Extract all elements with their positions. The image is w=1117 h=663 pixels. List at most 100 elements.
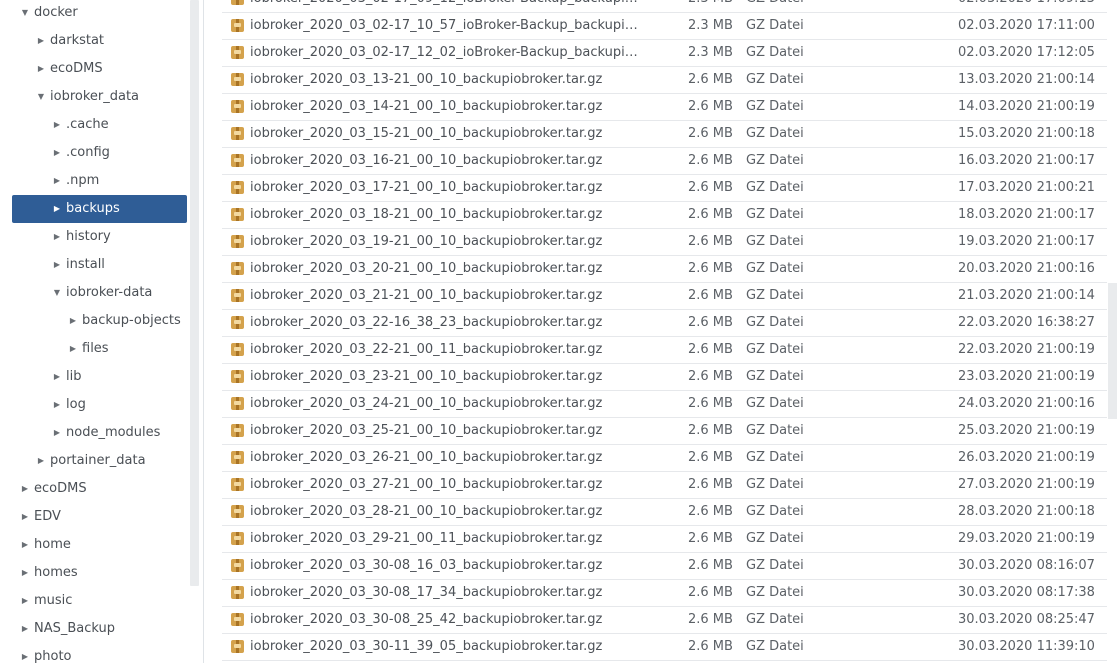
file-row[interactable]: iobroker_2020_03_23-21_00_10_backupiobro… bbox=[222, 364, 1107, 391]
file-row[interactable]: iobroker_2020_03_20-21_00_10_backupiobro… bbox=[222, 256, 1107, 283]
caret-right-icon[interactable]: ▶ bbox=[20, 503, 30, 531]
tree-node[interactable]: ▶ .npm bbox=[12, 167, 187, 195]
caret-right-icon[interactable]: ▶ bbox=[20, 587, 30, 615]
file-type: GZ Datei bbox=[746, 531, 804, 546]
tree-node[interactable]: ▶ portainer_data bbox=[12, 447, 187, 475]
caret-right-icon[interactable]: ▶ bbox=[20, 643, 30, 663]
tree-node[interactable]: ▶ log bbox=[12, 391, 187, 419]
tree-node[interactable]: ▶ install bbox=[12, 251, 187, 279]
caret-right-icon[interactable]: ▶ bbox=[52, 251, 62, 279]
folder-tree: ▼ docker ▶ darkstat ▶ ecoDMS ▼ iobroker_data ▶ .c… bbox=[0, 0, 190, 663]
file-type: GZ Datei bbox=[746, 207, 804, 222]
file-row[interactable]: iobroker_2020_03_18-21_00_10_backupiobro… bbox=[222, 202, 1107, 229]
tree-node[interactable]: ▶ lib bbox=[12, 363, 187, 391]
tree-node-label: iobroker-data bbox=[66, 285, 153, 300]
tree-node[interactable]: ▼ iobroker-data bbox=[12, 279, 187, 307]
caret-right-icon[interactable]: ▶ bbox=[52, 363, 62, 391]
caret-right-icon[interactable]: ▶ bbox=[36, 27, 46, 55]
file-modified: 28.03.2020 21:00:18 bbox=[958, 504, 1095, 519]
tree-node[interactable]: ▶ ecoDMS bbox=[12, 475, 187, 503]
caret-right-icon[interactable]: ▶ bbox=[52, 419, 62, 447]
file-name: iobroker_2020_03_21-21_00_10_backupiobro… bbox=[250, 288, 603, 303]
caret-right-icon[interactable]: ▶ bbox=[36, 447, 46, 475]
file-name: iobroker_2020_03_30-11_39_05_backupiobro… bbox=[250, 639, 603, 654]
file-row[interactable]: iobroker_2020_03_30-08_16_03_backupiobro… bbox=[222, 553, 1107, 580]
file-size: 2.6 MB bbox=[688, 342, 733, 357]
tree-node-label: ecoDMS bbox=[50, 61, 103, 76]
tree-node[interactable]: ▶ darkstat bbox=[12, 27, 187, 55]
archive-icon bbox=[231, 46, 244, 59]
file-row[interactable]: iobroker_2020_03_19-21_00_10_backupiobro… bbox=[222, 229, 1107, 256]
file-row[interactable]: iobroker_2020_03_29-21_00_11_backupiobro… bbox=[222, 526, 1107, 553]
file-size: 2.6 MB bbox=[688, 396, 733, 411]
file-row[interactable]: iobroker_2020_03_02-17_12_02_ioBroker-Ba… bbox=[222, 40, 1107, 67]
tree-node-label: iobroker_data bbox=[50, 89, 140, 104]
caret-down-icon[interactable]: ▼ bbox=[36, 83, 46, 111]
file-row[interactable]: iobroker_2020_03_22-21_00_11_backupiobro… bbox=[222, 337, 1107, 364]
archive-icon bbox=[231, 478, 244, 491]
tree-node[interactable]: ▶ node_modules bbox=[12, 419, 187, 447]
file-type: GZ Datei bbox=[746, 342, 804, 357]
file-row[interactable]: iobroker_2020_03_26-21_00_10_backupiobro… bbox=[222, 445, 1107, 472]
file-row[interactable]: iobroker_2020_03_27-21_00_10_backupiobro… bbox=[222, 472, 1107, 499]
file-row[interactable]: iobroker_2020_03_24-21_00_10_backupiobro… bbox=[222, 391, 1107, 418]
tree-node[interactable]: ▶ backups bbox=[12, 195, 187, 223]
tree-node[interactable]: ▶ home bbox=[12, 531, 187, 559]
file-row[interactable]: iobroker_2020_03_15-21_00_10_backupiobro… bbox=[222, 121, 1107, 148]
file-modified: 25.03.2020 21:00:19 bbox=[958, 423, 1095, 438]
caret-right-icon[interactable]: ▶ bbox=[68, 307, 78, 335]
file-row[interactable]: iobroker_2020_03_25-21_00_10_backupiobro… bbox=[222, 418, 1107, 445]
file-row[interactable]: iobroker_2020_03_21-21_00_10_backupiobro… bbox=[222, 283, 1107, 310]
caret-right-icon[interactable]: ▶ bbox=[20, 475, 30, 503]
caret-right-icon[interactable]: ▶ bbox=[52, 139, 62, 167]
caret-right-icon[interactable]: ▶ bbox=[36, 55, 46, 83]
caret-right-icon[interactable]: ▶ bbox=[52, 111, 62, 139]
file-name: iobroker_2020_03_29-21_00_11_backupiobro… bbox=[250, 531, 603, 546]
tree-node[interactable]: ▶ EDV bbox=[12, 503, 187, 531]
archive-icon bbox=[231, 532, 244, 545]
tree-node-label: NAS_Backup bbox=[34, 621, 116, 636]
tree-node[interactable]: ▼ iobroker_data bbox=[12, 83, 187, 111]
file-row[interactable]: iobroker_2020_03_28-21_00_10_backupiobro… bbox=[222, 499, 1107, 526]
file-list-scrollbar[interactable] bbox=[1108, 283, 1117, 419]
caret-right-icon[interactable]: ▶ bbox=[20, 559, 30, 587]
file-row[interactable]: iobroker_2020_03_14-21_00_10_backupiobro… bbox=[222, 94, 1107, 121]
caret-down-icon[interactable]: ▼ bbox=[20, 0, 30, 27]
file-row[interactable]: iobroker_2020_03_16-21_00_10_backupiobro… bbox=[222, 148, 1107, 175]
file-row[interactable]: iobroker_2020_03_13-21_00_10_backupiobro… bbox=[222, 67, 1107, 94]
file-row[interactable]: iobroker_2020_03_30-11_39_05_backupiobro… bbox=[222, 634, 1107, 661]
tree-node[interactable]: ▶ NAS_Backup bbox=[12, 615, 187, 643]
tree-node[interactable]: ▶ homes bbox=[12, 559, 187, 587]
caret-right-icon[interactable]: ▶ bbox=[52, 195, 62, 223]
tree-node[interactable]: ▼ docker bbox=[12, 0, 187, 27]
caret-right-icon[interactable]: ▶ bbox=[52, 167, 62, 195]
file-row[interactable]: iobroker_2020_03_30-08_17_34_backupiobro… bbox=[222, 580, 1107, 607]
tree-node[interactable]: ▶ music bbox=[12, 587, 187, 615]
file-size: 2.3 MB bbox=[688, 45, 733, 60]
archive-icon bbox=[231, 235, 244, 248]
tree-node[interactable]: ▶ .cache bbox=[12, 111, 187, 139]
file-row[interactable]: iobroker_2020_03_17-21_00_10_backupiobro… bbox=[222, 175, 1107, 202]
caret-right-icon[interactable]: ▶ bbox=[52, 391, 62, 419]
tree-node[interactable]: ▶ photo bbox=[12, 643, 187, 663]
file-type: GZ Datei bbox=[746, 315, 804, 330]
tree-node[interactable]: ▶ backup-objects bbox=[12, 307, 187, 335]
file-type: GZ Datei bbox=[746, 396, 804, 411]
file-row[interactable]: iobroker_2020_03_22-16_38_23_backupiobro… bbox=[222, 310, 1107, 337]
caret-right-icon[interactable]: ▶ bbox=[20, 615, 30, 643]
file-row[interactable]: iobroker_2020_03_02-17_10_57_ioBroker-Ba… bbox=[222, 13, 1107, 40]
tree-scrollbar[interactable] bbox=[190, 0, 199, 586]
caret-right-icon[interactable]: ▶ bbox=[52, 223, 62, 251]
tree-node[interactable]: ▶ files bbox=[12, 335, 187, 363]
archive-icon bbox=[231, 19, 244, 32]
caret-right-icon[interactable]: ▶ bbox=[20, 531, 30, 559]
file-modified: 13.03.2020 21:00:14 bbox=[958, 72, 1095, 87]
tree-node[interactable]: ▶ .config bbox=[12, 139, 187, 167]
file-modified: 27.03.2020 21:00:19 bbox=[958, 477, 1095, 492]
caret-down-icon[interactable]: ▼ bbox=[52, 279, 62, 307]
tree-node[interactable]: ▶ history bbox=[12, 223, 187, 251]
tree-node[interactable]: ▶ ecoDMS bbox=[12, 55, 187, 83]
caret-right-icon[interactable]: ▶ bbox=[68, 335, 78, 363]
file-row[interactable]: iobroker_2020_03_30-08_25_42_backupiobro… bbox=[222, 607, 1107, 634]
file-row[interactable]: iobroker_2020_03_02-17_09_12_ioBroker-Ba… bbox=[222, 0, 1107, 13]
